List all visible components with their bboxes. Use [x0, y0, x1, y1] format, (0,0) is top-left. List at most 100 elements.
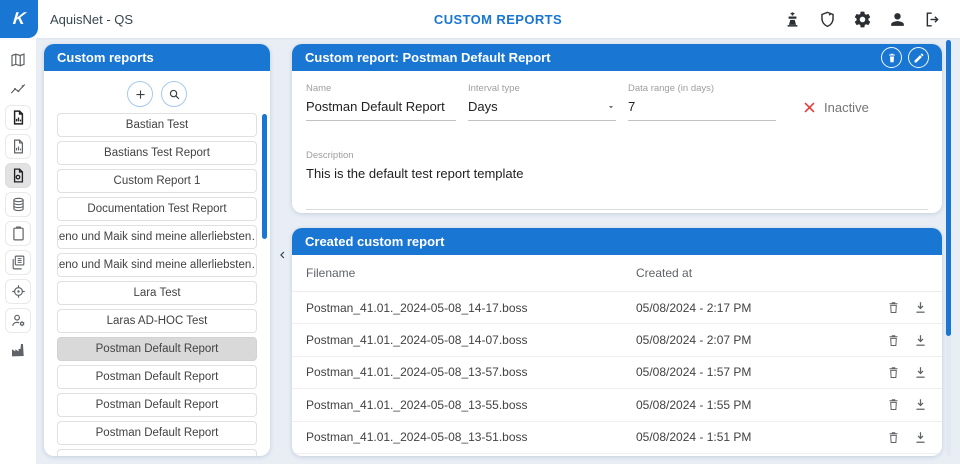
report-list-scrollbar[interactable]: [262, 114, 267, 239]
list-item[interactable]: Keno und Maik sind meine allerliebsten…: [57, 253, 257, 277]
cell-created-at: 05/08/2024 - 2:07 PM: [636, 333, 751, 347]
user-settings-icon[interactable]: [5, 308, 31, 333]
list-item[interactable]: Bastians Test Report: [57, 141, 257, 165]
custom-report-detail-panel: Custom report: Postman Default Report Na…: [292, 44, 942, 213]
plant-icon[interactable]: [783, 10, 802, 29]
description-field: Description This is the default test rep…: [306, 150, 928, 210]
report-filled-icon[interactable]: [5, 105, 31, 130]
name-label: Name: [306, 83, 456, 94]
detail-header-actions: [881, 47, 929, 68]
delete-icon[interactable]: [885, 332, 901, 348]
inactive-x-icon: [802, 100, 817, 115]
cell-created-at: 05/08/2024 - 1:55 PM: [636, 398, 751, 412]
list-item[interactable]: Custom Report 1: [57, 169, 257, 193]
cell-filename: Postman_41.01._2024-05-08_14-17.boss: [306, 301, 636, 315]
custom-reports-title: Custom reports: [57, 50, 154, 65]
cell-filename: Postman_41.01._2024-05-08_13-55.boss: [306, 398, 636, 412]
download-icon[interactable]: [912, 300, 928, 316]
list-item-selected[interactable]: Postman Default Report: [57, 337, 257, 361]
row-actions: [885, 300, 928, 316]
table-row: Postman_41.01._2024-05-08_13-51.boss 05/…: [292, 422, 942, 454]
cell-filename: Postman_41.01._2024-05-08_14-07.boss: [306, 333, 636, 347]
created-reports-header: Created custom report: [292, 228, 942, 255]
name-input[interactable]: Postman Default Report: [306, 99, 456, 121]
list-item[interactable]: Postman Default Report: [57, 393, 257, 417]
interval-type-label: Interval type: [468, 83, 616, 94]
description-textarea[interactable]: This is the default test report template: [306, 166, 928, 210]
table-row: Postman_41.01._2024-05-08_13-55.boss 05/…: [292, 389, 942, 421]
app-title: AquisNet - QS: [50, 12, 133, 27]
detail-fields-row: Name Postman Default Report Interval typ…: [306, 83, 928, 121]
column-filename: Filename: [306, 266, 636, 280]
delete-icon[interactable]: [885, 429, 901, 445]
collapse-panel-handle[interactable]: [274, 245, 290, 265]
settings-icon[interactable]: [853, 10, 872, 29]
interval-type-select[interactable]: Days: [468, 99, 616, 121]
delete-icon[interactable]: [885, 364, 901, 380]
reports-toolbar: [44, 71, 270, 113]
search-reports-button[interactable]: [161, 81, 187, 107]
add-icon: [133, 87, 148, 102]
delete-report-button[interactable]: [881, 47, 902, 68]
row-actions: [885, 364, 928, 380]
icon-rail: [0, 38, 36, 464]
data-range-input[interactable]: 7: [628, 99, 776, 121]
database-icon[interactable]: [5, 192, 31, 217]
cell-filename: Postman_41.01._2024-05-08_13-51.boss: [306, 430, 636, 444]
list-item[interactable]: Lara Test: [57, 281, 257, 305]
detail-body: Name Postman Default Report Interval typ…: [292, 71, 942, 213]
cell-created-at: 05/08/2024 - 2:17 PM: [636, 301, 751, 315]
list-item[interactable]: Documentation Test Report: [57, 197, 257, 221]
report-outline-icon[interactable]: [5, 134, 31, 159]
delete-icon[interactable]: [885, 397, 901, 413]
right-scrollbar-thumb[interactable]: [946, 40, 951, 336]
cell-created-at: 05/08/2024 - 1:51 PM: [636, 430, 751, 444]
status-indicator: Inactive: [802, 100, 869, 115]
download-icon[interactable]: [912, 429, 928, 445]
cell-created-at: 05/08/2024 - 1:57 PM: [636, 365, 751, 379]
chevron-left-icon: [277, 248, 288, 262]
add-report-button[interactable]: [127, 81, 153, 107]
name-field: Name Postman Default Report: [306, 83, 456, 121]
list-item[interactable]: Postman Default Report: [57, 365, 257, 389]
created-reports-panel: Created custom report Filename Created a…: [292, 228, 942, 456]
trend-chart-icon[interactable]: [5, 76, 31, 101]
row-actions: [885, 332, 928, 348]
list-item[interactable]: Bastian Test: [57, 113, 257, 137]
factory-icon[interactable]: [5, 337, 31, 362]
detail-title: Custom report: Postman Default Report: [305, 50, 551, 65]
file-report-icon[interactable]: [5, 163, 31, 188]
row-actions: [885, 397, 928, 413]
data-range-label: Data range (in days): [628, 83, 776, 94]
delete-icon: [886, 52, 898, 64]
list-item[interactable]: Laras AD-HOC Test: [57, 309, 257, 333]
status-label: Inactive: [824, 100, 869, 115]
detail-header: Custom report: Postman Default Report: [292, 44, 942, 71]
custom-reports-header: Custom reports: [44, 44, 270, 71]
account-icon[interactable]: [888, 10, 907, 29]
list-item-partial[interactable]: [57, 449, 257, 456]
table-header: Filename Created at: [292, 255, 942, 292]
name-value: Postman Default Report: [306, 99, 445, 114]
list-item[interactable]: Keno und Maik sind meine allerliebsten…: [57, 225, 257, 249]
data-range-field: Data range (in days) 7: [628, 83, 776, 121]
interval-type-field: Interval type Days: [468, 83, 616, 121]
delete-icon[interactable]: [885, 300, 901, 316]
table-row: Postman_41.01._2024-05-08_14-17.boss 05/…: [292, 292, 942, 324]
logout-icon[interactable]: [923, 10, 942, 29]
column-created-at: Created at: [636, 266, 692, 280]
clipboard-icon[interactable]: [5, 221, 31, 246]
edit-icon: [913, 52, 925, 64]
edit-report-button[interactable]: [908, 47, 929, 68]
data-range-value: 7: [628, 99, 635, 114]
download-icon[interactable]: [912, 332, 928, 348]
app-logo: K: [0, 0, 38, 38]
shield-icon[interactable]: [818, 10, 837, 29]
page-stack-icon[interactable]: [5, 250, 31, 275]
target-icon[interactable]: [5, 279, 31, 304]
map-icon[interactable]: [5, 47, 31, 72]
download-icon[interactable]: [912, 397, 928, 413]
download-icon[interactable]: [912, 364, 928, 380]
logo-glyph: K: [12, 9, 26, 29]
list-item[interactable]: Postman Default Report: [57, 421, 257, 445]
